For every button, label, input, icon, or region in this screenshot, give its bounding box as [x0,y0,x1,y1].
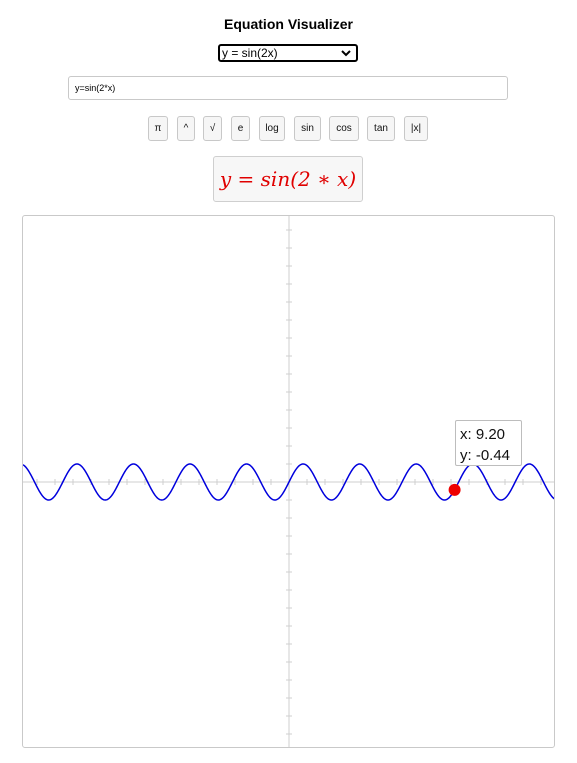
pi-button[interactable]: π [148,116,168,141]
chevron-down-icon [341,50,351,57]
cos-button[interactable]: cos [329,116,359,141]
tooltip-x: x: 9.20 [460,426,506,443]
sqrt-button[interactable]: √ [203,116,222,141]
tan-button[interactable]: tan [367,116,395,141]
hover-point-marker [448,483,461,496]
equation-equals: = [237,167,255,191]
expression-input[interactable]: y=sin(2*x) [68,76,508,100]
power-button[interactable]: ^ [177,116,195,141]
graph-canvas[interactable] [22,215,555,748]
rendered-equation: y = sin(2 ∗ x) [213,156,363,202]
abs-button[interactable]: |x| [404,116,428,141]
e-button[interactable]: e [231,116,250,141]
sin-button[interactable]: sin [294,116,321,141]
equation-rhs: sin(2 ∗ x) [260,167,357,191]
tooltip-y: y: -0.44 [460,447,511,464]
page-title: Equation Visualizer [224,16,353,32]
equation-lhs: y [219,167,232,191]
equation-select-value: y = sin(2x) [222,46,278,60]
equation-select[interactable]: y = sin(2x) [218,44,358,62]
log-button[interactable]: log [259,116,285,141]
symbol-button-row: π ^ √ e log sin cos tan |x| [0,116,577,141]
graph-svg [23,216,554,747]
hover-tooltip: x: 9.20 y: -0.44 [455,420,522,466]
